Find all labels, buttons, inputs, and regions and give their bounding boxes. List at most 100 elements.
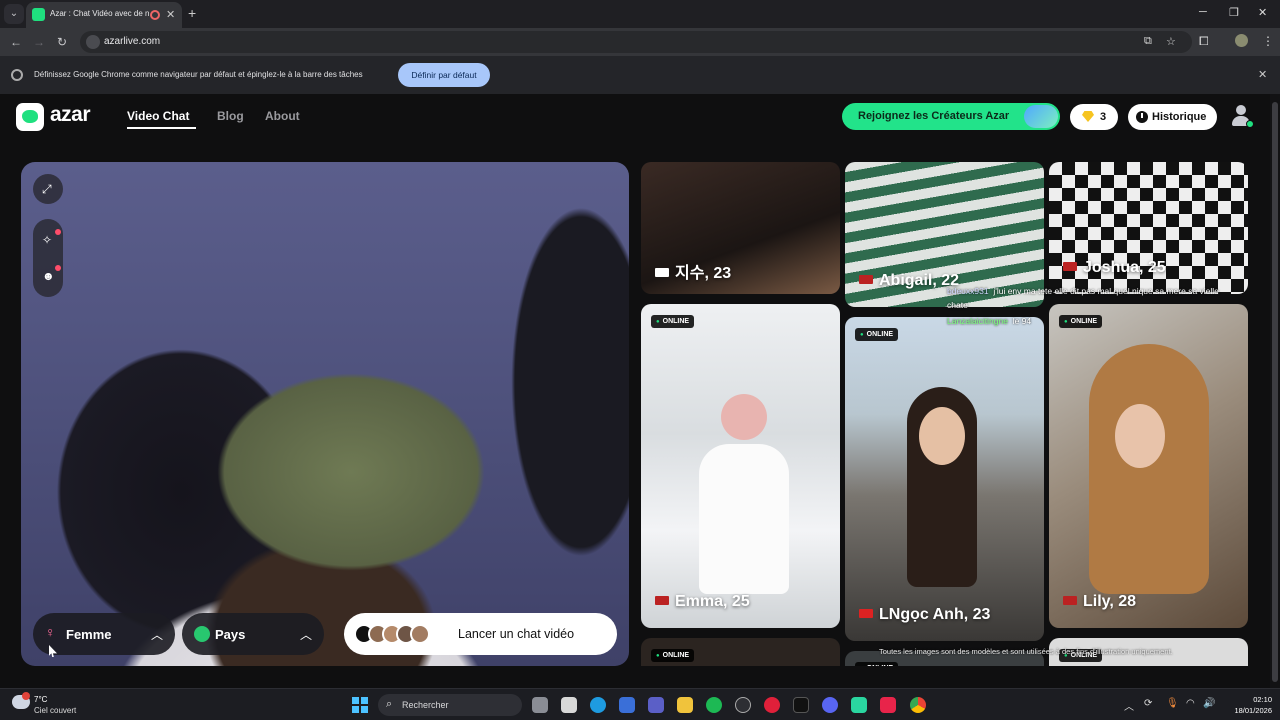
scrollbar-thumb[interactable] [1272,102,1278,682]
profile-card[interactable]: ONLINE [641,638,840,666]
chrome-icon [11,69,23,81]
azar-logo-icon[interactable] [16,103,44,131]
app-icon[interactable] [793,697,809,713]
window-close-icon[interactable]: ✕ [1258,6,1267,19]
online-badge: ONLINE [1059,315,1103,328]
female-icon: ♀ [45,624,56,640]
tab-close-icon[interactable]: ✕ [166,8,175,21]
file-explorer-icon[interactable] [677,697,693,713]
reload-icon[interactable]: ↻ [57,35,67,49]
nav-active-underline [127,127,196,129]
set-default-button[interactable]: Définir par défaut [398,63,490,87]
gem-icon [1082,111,1094,122]
flag-us-icon [859,275,873,284]
overlay-chat-line: Lanzalaicitingne le 94 [947,316,1032,326]
cast-icon[interactable]: ⧉ [1144,35,1152,48]
restore-icon[interactable]: ❐ [1229,6,1239,19]
history-button[interactable]: Historique [1128,104,1217,130]
fullscreen-button[interactable]: ⤢ [33,174,63,204]
search-icon: ⌕ [386,698,393,710]
profile-photo [721,394,767,440]
spotify-icon[interactable] [706,697,722,713]
url-text[interactable]: azarlive.com [104,36,160,47]
page-scrollbar[interactable] [1270,94,1280,688]
profile-card[interactable]: Joshua, 25 [1049,162,1248,294]
discord-icon[interactable] [822,697,838,713]
flag-kr-icon [655,268,669,277]
user-profile-icon[interactable] [1231,105,1254,128]
omnibox[interactable]: azarlive.com ⧉ ☆ [80,31,1192,53]
creators-illustration-icon [1024,105,1058,128]
edge-icon[interactable] [590,697,606,713]
app-icon[interactable] [880,697,896,713]
tab-search-icon[interactable]: ⌄ [4,4,24,24]
profile-avatar-icon[interactable] [1235,34,1248,47]
profile-name: 지수, 23 [655,259,731,283]
profile-name: Joshua, 25 [1063,259,1166,277]
taskbar-search[interactable]: ⌕ Rechercher [378,694,522,716]
clock-time: 02:10 [1253,695,1272,704]
profile-card[interactable]: ONLINE Lily, 28 [1049,304,1248,628]
bookmark-star-icon[interactable]: ☆ [1166,35,1176,48]
gems-button[interactable]: 3 [1070,104,1118,130]
app-icon[interactable] [851,697,867,713]
online-badge: ONLINE [855,328,899,341]
globe-icon [194,626,210,642]
profile-name: Lily, 28 [1063,593,1136,611]
windows-taskbar: 7°C Ciel couvert ⌕ Rechercher ︿ ⟳ 🎙 ◠ 🔊 … [0,688,1280,720]
infobar-text: Définissez Google Chrome comme navigateu… [34,70,363,79]
weather-alert-badge [22,692,30,700]
app-icon[interactable] [561,697,577,713]
profile-name: LNgọc Anh, 23 [859,606,990,624]
nav-about[interactable]: About [265,109,300,123]
logo-text[interactable]: azar [50,103,91,127]
new-tab-icon[interactable]: + [188,5,196,21]
forward-icon[interactable]: → [33,35,45,49]
minimize-icon[interactable]: ─ [1199,6,1207,18]
wifi-icon[interactable]: ◠ [1186,698,1195,709]
history-label: Historique [1152,111,1207,123]
gender-filter[interactable]: ♀ Femme ︿ [33,613,175,655]
chrome-menu-icon[interactable]: ⋮ [1262,34,1274,48]
weather-temperature[interactable]: 7°C [34,695,47,704]
teams-icon[interactable] [648,697,664,713]
profile-photo [1089,344,1209,594]
profile-name: Emma, 25 [655,593,750,611]
browser-tab[interactable]: Azar : Chat Vidéo avec de n ✕ [26,2,182,28]
profile-card[interactable]: 지수, 23 [641,162,840,294]
site-info-icon[interactable] [86,35,100,49]
steam-icon[interactable] [735,697,751,713]
task-view-icon[interactable] [532,697,548,713]
chrome-taskbar-icon[interactable] [910,697,926,713]
windows-start-icon[interactable] [352,697,368,713]
profile-photo [919,407,965,465]
profile-card[interactable]: ONLINE Emma, 25 [641,304,840,628]
chevron-up-icon: ︿ [300,628,313,642]
opera-icon[interactable] [764,697,780,713]
profile-card[interactable]: ONLINE LNgọc Anh, 23 [845,317,1044,641]
extensions-icon[interactable]: ⧠ [1199,34,1209,49]
tray-app-icon[interactable]: ⟳ [1144,698,1152,709]
weather-description[interactable]: Ciel couvert [34,706,76,715]
nav-video-chat[interactable]: Video Chat [127,109,189,123]
creators-label: Rejoignez les Créateurs Azar [858,110,1010,122]
tray-overflow-icon[interactable]: ︿ [1124,698,1134,713]
recording-indicator-icon [150,10,160,20]
microphone-icon[interactable]: 🎙 [1166,698,1179,709]
launch-video-chat-button[interactable]: Lancer un chat vidéo [344,613,617,655]
infobar-close-icon[interactable]: ✕ [1258,68,1267,81]
country-filter[interactable]: Pays ︿ [182,613,324,655]
volume-icon[interactable]: 🔊 [1203,698,1215,709]
nav-blog[interactable]: Blog [217,109,244,123]
video-tools: ✧ ☻ [33,219,63,297]
tab-title: Azar : Chat Vidéo avec de n [50,9,150,18]
store-icon[interactable] [619,697,635,713]
face-mask-icon: ☻ [42,269,55,283]
profile-photo [699,444,789,594]
back-icon[interactable]: ← [10,35,22,49]
address-toolbar: ← → ↻ azarlive.com ⧉ ☆ ⧠ ⋮ [0,28,1280,56]
join-creators-button[interactable]: Rejoignez les Créateurs Azar [842,103,1060,130]
profile-name: Abigail, 22 [859,272,959,290]
new-badge [55,229,61,235]
taskbar-clock[interactable]: 02:10 18/01/2026 [1228,694,1272,716]
